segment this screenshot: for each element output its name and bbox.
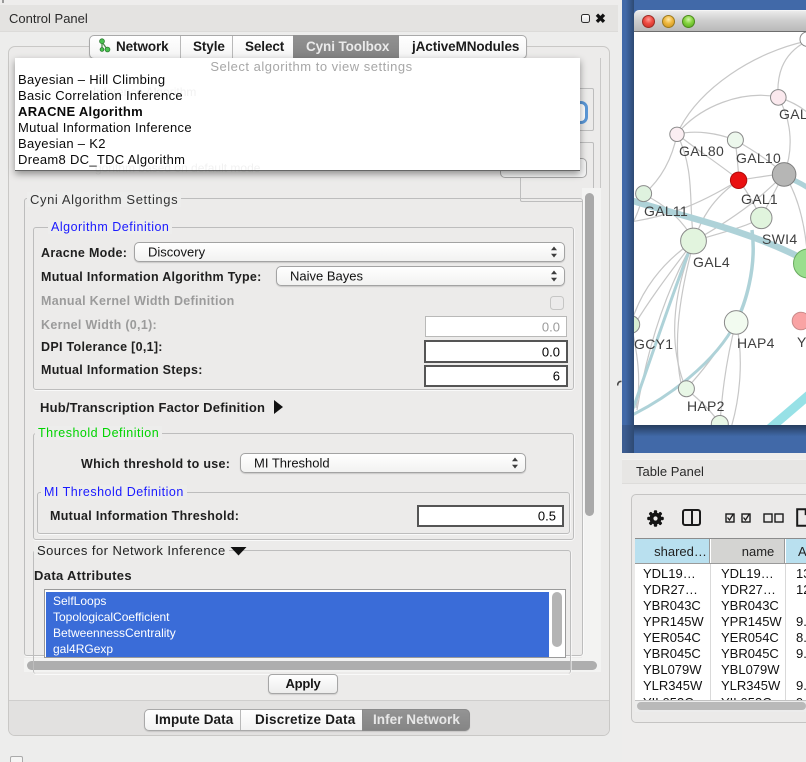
svg-text:GAL7: GAL7 bbox=[779, 106, 806, 122]
svg-text:GAL11: GAL11 bbox=[644, 203, 688, 219]
svg-text:GAL4: GAL4 bbox=[693, 254, 730, 270]
svg-text:SWI4: SWI4 bbox=[762, 231, 797, 247]
svg-text:GAL10: GAL10 bbox=[736, 150, 781, 166]
svg-text:GAL1: GAL1 bbox=[741, 191, 778, 207]
svg-text:HAP2: HAP2 bbox=[687, 398, 725, 414]
svg-text:GCY1: GCY1 bbox=[634, 336, 673, 352]
svg-text:HAP4: HAP4 bbox=[737, 335, 775, 351]
svg-text:GAL80: GAL80 bbox=[679, 143, 724, 159]
svg-text:YH: YH bbox=[797, 334, 806, 350]
